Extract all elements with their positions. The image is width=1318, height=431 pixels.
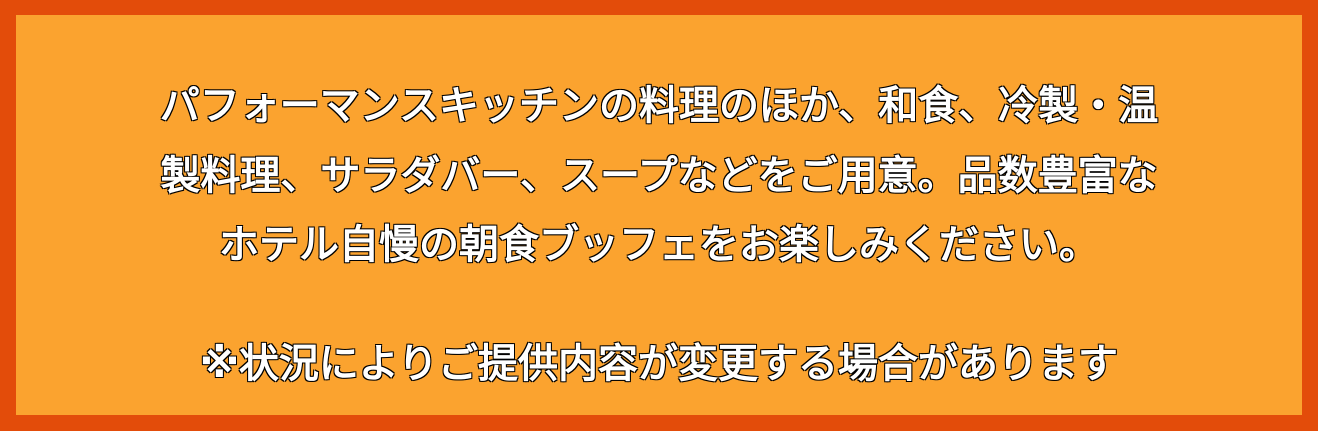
description-line-3: ホテル自慢の朝食ブッフェをお楽しみください。 [219, 222, 1099, 268]
service-change-note: ※状況によりご提供内容が変更する場合があります [199, 341, 1119, 387]
notice-panel: パフォーマンスキッチンの料理のほか、和食、冷製・温 製料理、サラダバー、スープな… [16, 15, 1302, 415]
description-line-2: 製料理、サラダバー、スープなどをご用意。品数豊富な [160, 153, 1158, 199]
description-line-1: パフォーマンスキッチンの料理のほか、和食、冷製・温 [159, 83, 1159, 129]
